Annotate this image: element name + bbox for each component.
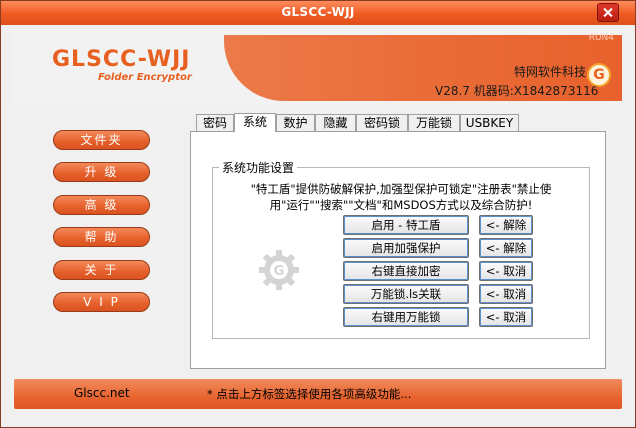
universal-lock-association-button[interactable]: 万能锁.ls关联 [343,284,469,304]
system-tab-pane: 系统功能设置 "特工盾"提供防破解保护,加强型保护可锁定"注册表"禁止使用"运行… [190,131,606,369]
system-description: "特工盾"提供防破解保护,加强型保护可锁定"注册表"禁止使用"运行""搜索""文… [250,182,552,212]
tab-hide[interactable]: 隐藏 [315,114,356,131]
tab-universal-lock[interactable]: 万能锁 [408,114,460,131]
enable-agent-shield-button[interactable]: 启用 - 特工盾 [343,215,469,235]
logo: GLSCC-WJJ [52,47,191,72]
header-banner: GLSCC-WJJ Folder Encryptor RUN4 特网软件科技 V… [14,29,622,105]
nav-folder-button[interactable]: 文件夹 [53,130,150,150]
window-title: GLSCC-WJJ [281,5,355,19]
tab-system[interactable]: 系统 [234,113,276,132]
logo-subtitle: Folder Encryptor [98,72,192,83]
cancel-context-menu-encrypt-button[interactable]: <- 取消 [479,261,533,281]
site-link[interactable]: Glscc.net [74,386,130,400]
tab-data-protect[interactable]: 数护 [276,114,315,131]
tab-usbkey[interactable]: USBKEY [460,114,519,131]
nav-help-button[interactable]: 帮 助 [53,227,150,247]
gear-logo-icon: G [259,250,299,290]
version-info: V28.7 机器码:X1842873116 [435,84,599,98]
title-bar[interactable]: GLSCC-WJJ [1,1,635,25]
g-badge-icon: G [587,63,611,87]
disable-agent-shield-button[interactable]: <- 解除 [479,215,533,235]
group-title: 系统功能设置 [222,161,295,175]
nav-about-button[interactable]: 关 于 [53,260,150,280]
footer-bar: Glscc.net * 点击上方标签选择使用各项高级功能... [14,379,622,409]
cancel-context-menu-universal-lock-button[interactable]: <- 取消 [479,307,533,327]
cancel-universal-lock-association-button[interactable]: <- 取消 [479,284,533,304]
company-name: 特网软件科技 [514,65,587,79]
logo-text: GLSCC-WJJ [52,47,191,72]
tab-password-lock[interactable]: 密码锁 [356,114,408,131]
close-button[interactable] [597,3,619,22]
footer-hint: * 点击上方标签选择使用各项高级功能... [207,387,412,401]
run-tag: RUN4 [588,33,614,43]
disable-enhanced-protection-button[interactable]: <- 解除 [479,238,533,258]
app-window: GLSCC-WJJ GLSCC-WJJ Folder Encryptor RUN… [0,0,636,428]
tab-password[interactable]: 密码 [196,114,234,131]
context-menu-encrypt-button[interactable]: 右键直接加密 [343,261,469,281]
nav-vip-button[interactable]: V I P [53,292,150,312]
nav-advanced-button[interactable]: 高 级 [53,195,150,215]
context-menu-universal-lock-button[interactable]: 右键用万能锁 [343,307,469,327]
svg-text:G: G [274,264,285,279]
nav-upgrade-button[interactable]: 升 级 [53,162,150,182]
enable-enhanced-protection-button[interactable]: 启用加强保护 [343,238,469,258]
